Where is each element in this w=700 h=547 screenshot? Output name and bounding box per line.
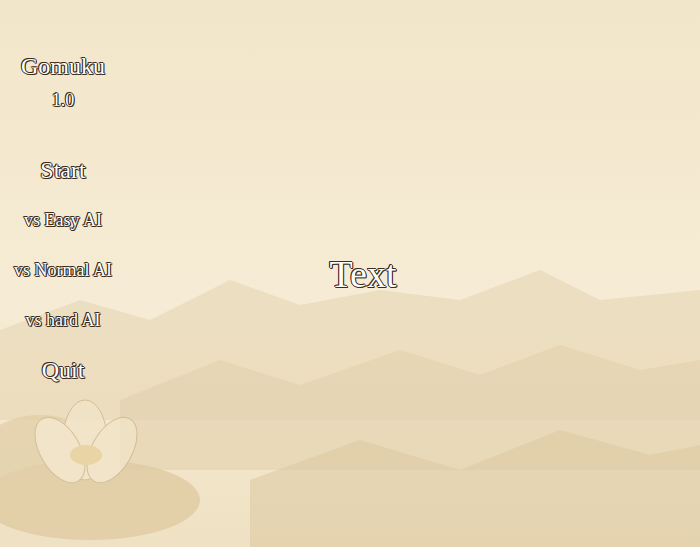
game-screen: Gomuku 1.0 Start vs Easy AI vs Normal AI vs… <box>0 0 700 547</box>
menu-button[interactable]: Start <box>38 157 87 183</box>
menu-button[interactable]: vs Easy AI <box>22 207 104 233</box>
lotus-icon <box>0 400 200 540</box>
menu-button[interactable]: vs hard AI <box>24 307 103 333</box>
game-title: Gomuku <box>21 50 105 82</box>
version-label: 1.0 <box>52 84 75 116</box>
message-text: Text <box>330 251 397 297</box>
menu-button[interactable]: vs Normal AI <box>12 257 114 283</box>
menu-button[interactable]: Quit <box>40 357 87 383</box>
message-area: Text <box>126 0 700 547</box>
main-menu: Gomuku 1.0 Start vs Easy AI vs Normal AI vs… <box>0 0 126 547</box>
